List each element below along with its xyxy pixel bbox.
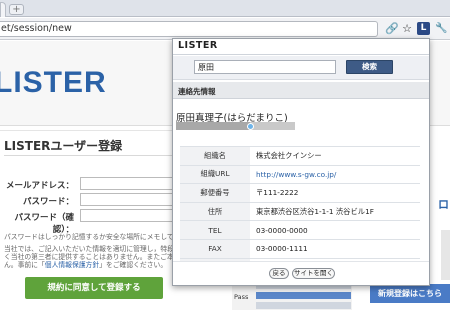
privacy-note-pre: ん。事前に「 <box>4 261 45 269</box>
table-row: 住所 東京都渋谷区渋谷1-1-1 渋谷ビル1F <box>180 201 420 221</box>
privacy-policy-link[interactable]: 個人情報保護方針 <box>45 261 99 269</box>
registration-title: LISTERユーザー登録 <box>4 139 123 153</box>
row-key: 組織URL <box>180 164 250 184</box>
search-input[interactable] <box>194 60 336 74</box>
star-icon[interactable]: ☆ <box>400 22 414 36</box>
row-key: 住所 <box>180 201 250 221</box>
search-button[interactable]: 検索 <box>346 60 393 74</box>
new-register-button[interactable]: 新規登録はこちら <box>370 284 450 303</box>
back-button[interactable]: 戻る <box>269 268 289 279</box>
password-input[interactable] <box>80 193 180 206</box>
contact-table: 組織名 株式会社クインシー 組織URL http://www.s-gw.co.jp/… <box>180 146 420 278</box>
strength-bar <box>256 302 351 309</box>
wrench-icon[interactable]: 🔧 <box>435 22 448 35</box>
row-key: TEL <box>180 220 250 240</box>
popup-header: LISTER <box>173 39 429 55</box>
pass-label: Pass <box>234 293 249 301</box>
lister-extension-icon[interactable]: L <box>417 22 430 35</box>
edge-text: ロ <box>438 198 449 211</box>
divider <box>4 155 194 156</box>
row-value: 〒111-2222 <box>250 183 420 203</box>
row-value: 03-0000-1111 <box>250 238 420 259</box>
address-toolbar: et/session/new 🔗 ☆ L 🔧 <box>0 18 450 40</box>
scrollbar[interactable] <box>441 230 450 280</box>
password-confirm-input[interactable] <box>80 209 180 222</box>
tab-bar: + <box>0 0 450 17</box>
table-row: 郵便番号 〒111-2222 <box>180 183 420 203</box>
privacy-note-post: 」をご確認ください。 <box>99 261 168 269</box>
strength-bar <box>256 292 351 299</box>
password-label: パスワード： <box>22 197 74 207</box>
agree-register-button[interactable]: 規約に同意して登録する <box>25 277 163 299</box>
browser-tab[interactable] <box>0 2 6 17</box>
row-key: FAX <box>180 238 250 259</box>
new-tab-button[interactable]: + <box>9 4 24 15</box>
row-value: 株式会社クインシー <box>250 146 420 166</box>
link-icon[interactable]: 🔗 <box>385 22 399 36</box>
table-row: 組織名 株式会社クインシー <box>180 146 420 166</box>
search-bar: 検索 <box>173 56 429 80</box>
popup-title: LISTER <box>178 40 218 51</box>
row-key: 郵便番号 <box>180 183 250 203</box>
organization-url-link[interactable]: http://www.s-gw.co.jp/ <box>250 164 420 184</box>
mail-label: メールアドレス： <box>5 181 74 191</box>
section-title: 連絡先情報 <box>178 87 216 96</box>
mail-input[interactable] <box>80 177 180 190</box>
match-bar <box>176 122 295 130</box>
row-value: 03-0000-0000 <box>250 220 420 240</box>
match-bar-fill <box>176 122 250 130</box>
lister-popup: LISTER 検索 連絡先情報 原田真理子(はらだまりこ) 組織名株式会社クイン… <box>172 38 430 286</box>
match-bar-knob[interactable] <box>247 123 254 130</box>
row-value: 東京都渋谷区渋谷1-1-1 渋谷ビル1F <box>250 201 420 221</box>
table-row: FAX 03-0000-1111 <box>180 238 420 259</box>
row-key: 組織名 <box>180 146 250 166</box>
table-row: TEL 03-0000-0000 <box>180 220 420 240</box>
site-logo[interactable]: LISTER <box>0 66 107 100</box>
open-site-button[interactable]: サイトを開く <box>292 268 335 279</box>
url-field[interactable]: et/session/new <box>0 21 378 37</box>
table-row: 組織URL http://www.s-gw.co.jp/ <box>180 164 420 184</box>
section-header: 連絡先情報 <box>173 82 429 99</box>
